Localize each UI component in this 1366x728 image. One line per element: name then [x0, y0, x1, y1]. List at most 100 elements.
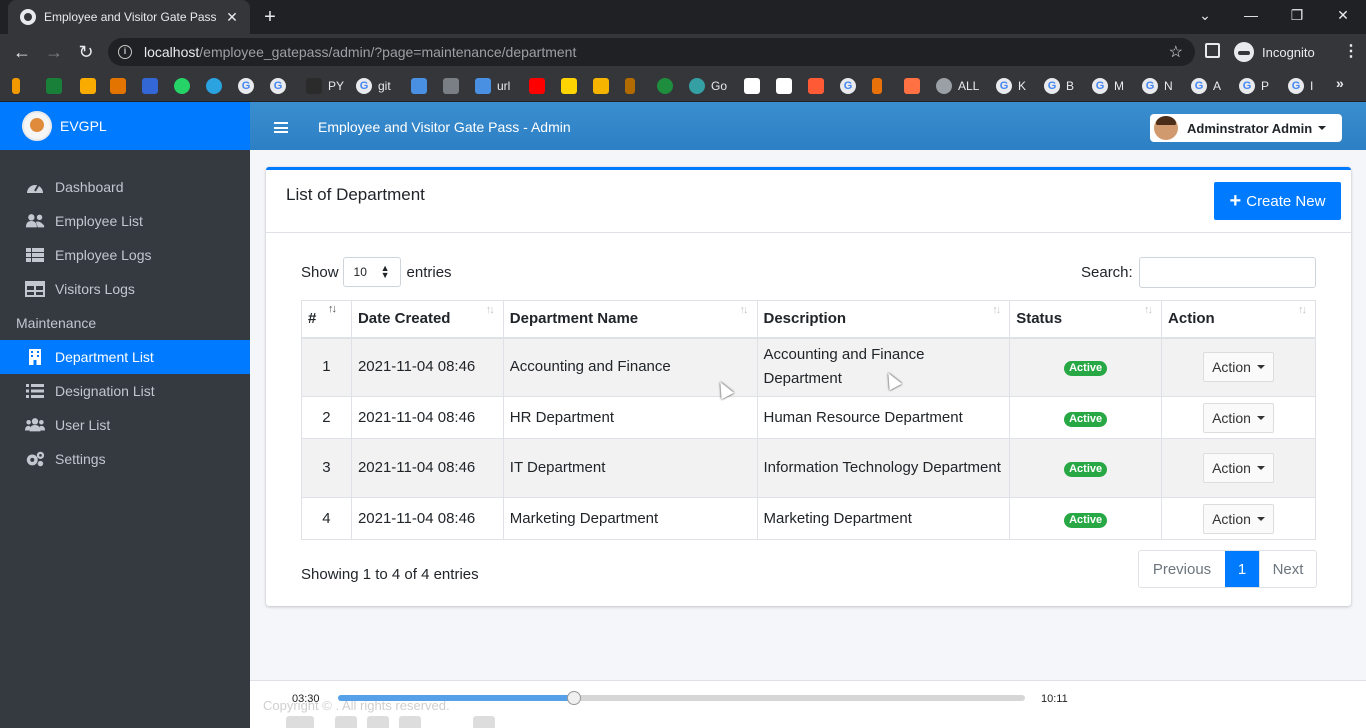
bookmark-google[interactable]	[238, 77, 260, 95]
sidebar-item-user-list[interactable]: User List	[0, 408, 250, 442]
bookmark-p[interactable]: P	[1239, 77, 1269, 95]
bookmark-go[interactable]: Go	[689, 77, 727, 95]
sidebar-item-settings[interactable]: Settings	[0, 442, 250, 476]
bookmark-url[interactable]: url	[475, 77, 510, 95]
bookmark-k[interactable]: K	[996, 77, 1026, 95]
search-input[interactable]	[1138, 256, 1316, 288]
stop-button[interactable]	[367, 716, 389, 728]
bookmark-icon	[776, 78, 792, 94]
cell-status: Active	[1009, 497, 1163, 540]
cell-name: HR Department	[502, 396, 758, 439]
bookmark-n[interactable]: N	[1142, 77, 1173, 95]
bookmark-2[interactable]	[46, 77, 68, 95]
bookmark-git[interactable]: git	[356, 77, 391, 95]
bookmark-13[interactable]	[776, 77, 798, 95]
bookmark-label: K	[1018, 79, 1027, 93]
col-header-status[interactable]: Status ↑↓	[1009, 300, 1163, 339]
bookmark-10[interactable]	[625, 77, 641, 95]
minimize-button[interactable]: —	[1228, 0, 1274, 30]
globe-icon	[20, 9, 36, 25]
bookmark-i[interactable]: I	[1288, 77, 1313, 95]
sort-icon: ↑↓	[739, 304, 749, 316]
tab-search-icon[interactable]: ⌄	[1182, 0, 1228, 30]
sidebar-item-dashboard[interactable]: Dashboard	[0, 170, 250, 204]
bookmark-google[interactable]	[840, 77, 862, 95]
bookmark-telegram[interactable]	[206, 77, 228, 95]
sidebar-item-employee-list[interactable]: Employee List	[0, 204, 250, 238]
bookmark-youtube[interactable]	[529, 77, 551, 95]
show-label: Show	[301, 263, 339, 281]
user-menu-button[interactable]: Adminstrator Admin	[1150, 114, 1342, 142]
youtube-icon	[529, 78, 545, 94]
bookmark-7[interactable]	[443, 77, 465, 95]
bookmark-8[interactable]	[561, 77, 583, 95]
bookmark-12[interactable]	[744, 77, 766, 95]
bookmark-9[interactable]	[593, 77, 615, 95]
bookmark-star-icon[interactable]: ☆	[1169, 42, 1183, 62]
sidebar-menu: Dashboard Employee List Employee Logs Vi…	[0, 170, 250, 476]
col-header-description[interactable]: Description ↑↓	[756, 300, 1011, 339]
bookmark-icon	[593, 78, 609, 94]
action-dropdown-button[interactable]: Action	[1203, 352, 1274, 383]
action-dropdown-button[interactable]: Action	[1203, 402, 1274, 433]
bookmark-whatsapp[interactable]	[174, 77, 196, 95]
bookmark-b[interactable]: B	[1044, 77, 1074, 95]
restore-button[interactable]: ❐	[1274, 0, 1320, 30]
info-icon[interactable]: i	[118, 45, 132, 59]
bookmark-15[interactable]	[872, 77, 888, 95]
pagination-previous[interactable]: Previous	[1139, 551, 1225, 587]
caret-down-icon	[1256, 365, 1265, 370]
close-icon[interactable]: ✕	[224, 9, 240, 26]
hamburger-menu-icon[interactable]	[274, 122, 288, 133]
cell-num: 2	[301, 396, 352, 439]
brand[interactable]: EVGPL	[0, 102, 250, 150]
bookmark-py[interactable]: PY	[306, 77, 344, 95]
fullscreen-button[interactable]	[473, 716, 495, 728]
sidebar-item-department-list[interactable]: Department List	[0, 340, 250, 374]
new-tab-button[interactable]: +	[259, 6, 281, 28]
sidebar-item-designation-list[interactable]: Designation List	[0, 374, 250, 408]
col-header-date[interactable]: Date Created ↑↓	[350, 300, 504, 339]
back-button[interactable]: ←	[10, 40, 34, 64]
incognito-indicator[interactable]: Incognito	[1234, 40, 1315, 64]
bookmark-14[interactable]	[808, 77, 830, 95]
browser-tab[interactable]: Employee and Visitor Gate Pass ✕	[8, 0, 250, 34]
bookmark-5[interactable]	[142, 77, 164, 95]
bookmark-a[interactable]: A	[1191, 77, 1221, 95]
sidebar-item-label: User List	[55, 417, 111, 433]
sidebar-item-visitors-logs[interactable]: Visitors Logs	[0, 272, 250, 306]
pause-button[interactable]	[286, 716, 314, 728]
bookmark-1[interactable]	[12, 77, 26, 95]
col-header-num[interactable]: # ↑↓	[301, 300, 352, 339]
create-new-button[interactable]: + Create New	[1214, 182, 1341, 220]
bookmark-16[interactable]	[904, 77, 926, 95]
bookmark-11[interactable]	[657, 77, 679, 95]
browser-menu-icon[interactable]: ⋮	[1343, 41, 1359, 61]
action-dropdown-button[interactable]: Action	[1203, 503, 1274, 534]
seek-bar[interactable]	[338, 691, 1025, 705]
sidebar-item-employee-logs[interactable]: Employee Logs	[0, 238, 250, 272]
url-input[interactable]: i localhost/employee_gatepass/admin/?pag…	[108, 38, 1195, 66]
window-close-button[interactable]: ✕	[1320, 0, 1366, 30]
google-icon	[1288, 78, 1304, 94]
next-button[interactable]	[399, 716, 421, 728]
bookmark-m[interactable]: M	[1092, 77, 1124, 95]
bookmark-3[interactable]	[80, 77, 102, 95]
bookmark-google[interactable]	[270, 77, 292, 95]
reload-button[interactable]: ↻	[74, 40, 98, 64]
pagination-page-1[interactable]: 1	[1225, 551, 1259, 587]
previous-button[interactable]	[335, 716, 357, 728]
col-header-action[interactable]: Action ↑↓	[1161, 300, 1316, 339]
entries-select[interactable]: 10 ▲ ▼	[342, 257, 401, 287]
bookmark-all[interactable]: ALL	[936, 77, 979, 95]
forward-button[interactable]: →	[42, 40, 66, 64]
bookmark-6[interactable]	[411, 77, 433, 95]
pagination-next[interactable]: Next	[1259, 551, 1316, 587]
action-dropdown-button[interactable]: Action	[1203, 453, 1274, 483]
bookmarks-overflow-icon[interactable]: »	[1336, 75, 1344, 91]
bookmark-4[interactable]	[110, 77, 132, 95]
whatsapp-icon	[174, 78, 190, 94]
seek-handle[interactable]	[567, 691, 582, 705]
col-header-name[interactable]: Department Name ↑↓	[502, 300, 758, 339]
side-panel-icon[interactable]	[1205, 43, 1220, 58]
